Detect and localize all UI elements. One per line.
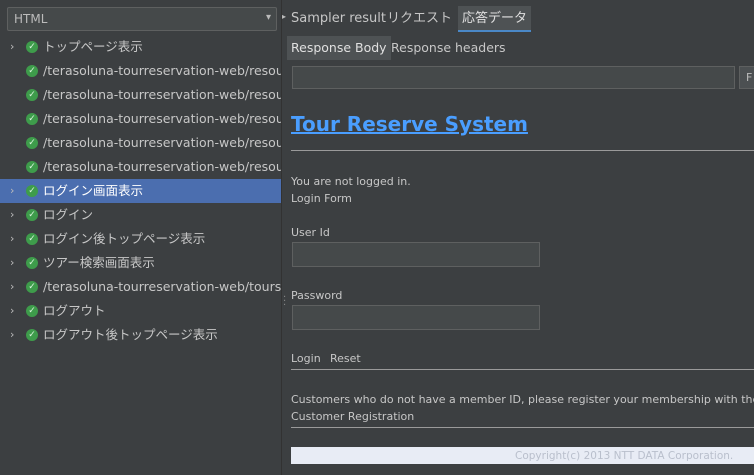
divider [291, 150, 754, 151]
collapse-arrow-icon[interactable]: ▸ [282, 12, 286, 21]
search-input[interactable] [292, 66, 735, 89]
login-button[interactable]: Login [291, 352, 321, 365]
expand-chevron-icon[interactable]: › [10, 299, 20, 323]
expand-chevron-icon[interactable]: › [10, 251, 20, 275]
drag-grip-icon[interactable]: · · · [283, 293, 286, 311]
tree-row-label: /terasoluna-tourreservation-web/resour [43, 87, 281, 102]
tree-row[interactable]: ✓ /terasoluna-tourreservation-web/resour [0, 59, 281, 83]
tree-row[interactable]: › ✓ ログアウト後トップページ表示 [0, 323, 281, 347]
success-check-icon: ✓ [26, 65, 38, 77]
tree-row-label: ログイン [43, 207, 94, 222]
registration-notice: Customers who do not have a member ID, p… [291, 393, 754, 406]
success-check-icon: ✓ [26, 89, 38, 101]
results-tree-pane: HTML ▾ › ✓ トップページ表示 ✓ /terasoluna-tourreserv… [0, 0, 281, 475]
tree-row[interactable]: › ✓ ログイン画面表示 [0, 179, 281, 203]
expand-chevron-icon[interactable]: › [10, 179, 20, 203]
tree-row[interactable]: › ✓ ツアー検索画面表示 [0, 251, 281, 275]
renderer-select[interactable]: HTML ▾ [7, 7, 277, 31]
tree-row[interactable]: ✓ /terasoluna-tourreservation-web/resour [0, 155, 281, 179]
expand-chevron-icon[interactable]: › [10, 203, 20, 227]
success-check-icon: ✓ [26, 281, 38, 293]
tree-row-label: ログアウト [43, 303, 106, 318]
tab-response-headers[interactable]: Response headers [387, 36, 510, 60]
tree-row[interactable]: › ✓ ログイン [0, 203, 281, 227]
tree-row-label: /terasoluna-tourreservation-web/resour [43, 135, 281, 150]
tab-response-body[interactable]: Response Body [287, 36, 391, 60]
password-label: Password [291, 289, 343, 302]
footer: Copyright(c) 2013 NTT DATA Corporation. [291, 447, 754, 464]
tab-response-data[interactable]: 応答データ [458, 6, 532, 32]
divider [291, 369, 754, 370]
tab-sampler-result[interactable]: Sampler result [287, 6, 390, 32]
success-check-icon: ✓ [26, 257, 38, 269]
user-id-label: User Id [291, 226, 330, 239]
success-check-icon: ✓ [26, 137, 38, 149]
find-button[interactable]: F [739, 66, 754, 89]
success-check-icon: ✓ [26, 329, 38, 341]
chevron-down-icon: ▾ [265, 12, 271, 23]
success-check-icon: ✓ [26, 161, 38, 173]
tree-row[interactable]: ✓ /terasoluna-tourreservation-web/resour [0, 83, 281, 107]
tree-row[interactable]: › ✓ ログイン後トップページ表示 [0, 227, 281, 251]
expand-chevron-icon[interactable]: › [10, 227, 20, 251]
success-check-icon: ✓ [26, 185, 38, 197]
expand-chevron-icon[interactable]: › [10, 275, 20, 299]
success-check-icon: ✓ [26, 233, 38, 245]
tab-request[interactable]: リクエスト [383, 6, 456, 32]
tree-row-label: /terasoluna-tourreservation-web/resour [43, 159, 281, 174]
page-title[interactable]: Tour Reserve System [291, 112, 528, 136]
reset-button[interactable]: Reset [330, 352, 361, 365]
tree-row-label: ログイン画面表示 [43, 183, 144, 198]
tree-row[interactable]: › ✓ ログアウト [0, 299, 281, 323]
login-form-heading: Login Form [291, 192, 352, 205]
result-detail-pane: Sampler result リクエスト 応答データ Response Body… [287, 0, 754, 475]
tree-row[interactable]: › ✓ トップページ表示 [0, 35, 281, 59]
expand-chevron-icon[interactable]: › [10, 35, 20, 59]
renderer-select-value: HTML [14, 12, 48, 26]
expand-chevron-icon[interactable]: › [10, 323, 20, 347]
tree-row-label: トップページ表示 [43, 39, 143, 54]
success-check-icon: ✓ [26, 113, 38, 125]
tree-row[interactable]: › ✓ /terasoluna-tourreservation-web/tours- [0, 275, 281, 299]
tree-row[interactable]: ✓ /terasoluna-tourreservation-web/resour [0, 131, 281, 155]
user-id-field[interactable] [292, 242, 540, 267]
tree-row-label: /terasoluna-tourreservation-web/resour [43, 63, 281, 78]
login-status-text: You are not logged in. [291, 175, 411, 188]
success-check-icon: ✓ [26, 209, 38, 221]
divider [291, 427, 754, 428]
sample-results-tree: › ✓ トップページ表示 ✓ /terasoluna-tourreservation-w… [0, 35, 281, 347]
copyright-text: Copyright(c) 2013 NTT DATA Corporation. [515, 450, 734, 462]
customer-registration-link[interactable]: Customer Registration [291, 410, 414, 423]
tree-row-label: /terasoluna-tourreservation-web/tours- [43, 279, 281, 294]
password-field[interactable] [292, 305, 540, 330]
success-check-icon: ✓ [26, 305, 38, 317]
tree-row-label: ログイン後トップページ表示 [43, 231, 206, 246]
success-check-icon: ✓ [26, 41, 38, 53]
tree-row-label: ツアー検索画面表示 [43, 255, 155, 270]
tree-row-label: ログアウト後トップページ表示 [43, 327, 218, 342]
tree-row-label: /terasoluna-tourreservation-web/resour [43, 111, 281, 126]
tree-row[interactable]: ✓ /terasoluna-tourreservation-web/resour [0, 107, 281, 131]
